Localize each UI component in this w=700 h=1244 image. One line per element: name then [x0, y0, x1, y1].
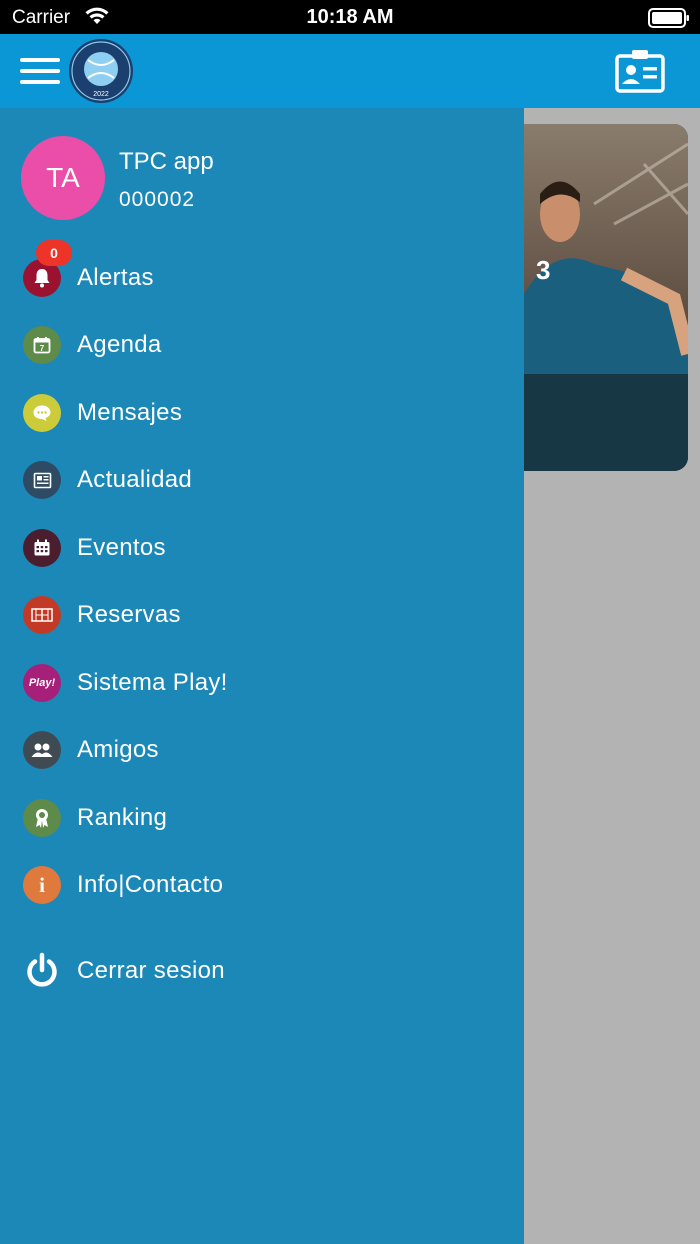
info-icon: i	[23, 866, 61, 904]
svg-text:7: 7	[40, 344, 45, 353]
menu-label-ranking: Ranking	[77, 804, 168, 831]
alerts-count-badge: 0	[36, 240, 72, 266]
svg-text:2022: 2022	[93, 91, 109, 98]
chat-icon	[23, 394, 61, 432]
svg-text:3: 3	[536, 255, 550, 285]
menu-label-info-contacto: Info|Contacto	[77, 871, 224, 898]
award-icon	[23, 799, 61, 837]
avatar[interactable]: TA	[21, 136, 105, 220]
battery-icon	[648, 8, 690, 33]
logout-label: Cerrar sesion	[77, 957, 225, 984]
status-bar: Carrier 10:18 AM	[0, 0, 700, 34]
app-header: 2022	[0, 34, 700, 108]
menu-label-alertas: Alertas	[77, 264, 154, 291]
menu-item-amigos[interactable]: Amigos	[0, 722, 524, 778]
user-name: TPC app	[119, 148, 214, 175]
home-content: 3	[524, 108, 700, 1244]
court-icon	[23, 596, 61, 634]
menu-item-agenda[interactable]: 7 Agenda	[0, 317, 524, 373]
play-badge-icon: Play!	[23, 664, 61, 702]
menu-item-reservas[interactable]: Reservas	[0, 587, 524, 643]
logout-button[interactable]: Cerrar sesion	[0, 943, 524, 999]
menu-label-amigos: Amigos	[77, 736, 159, 763]
membership-card-icon[interactable]	[614, 48, 666, 94]
info-glyph: i	[39, 872, 45, 897]
menu-item-ranking[interactable]: Ranking	[0, 790, 524, 846]
menu-label-sistema-play: Sistema Play!	[77, 669, 228, 696]
navigation-drawer: TA TPC app 000002 0 Alertas 7 Agenda Men…	[0, 108, 524, 1244]
newspaper-icon	[23, 461, 61, 499]
clock: 10:18 AM	[306, 6, 394, 28]
menu-label-actualidad: Actualidad	[77, 466, 193, 493]
menu-icon[interactable]	[20, 58, 60, 90]
menu-item-info-contacto[interactable]: i Info|Contacto	[0, 857, 524, 913]
calendar-icon	[23, 529, 61, 567]
menu-item-mensajes[interactable]: Mensajes	[0, 385, 524, 441]
menu-item-actualidad[interactable]: Actualidad	[0, 452, 524, 508]
calendar-day-icon: 7	[23, 326, 61, 364]
menu-label-mensajes: Mensajes	[77, 399, 183, 426]
menu-label-reservas: Reservas	[77, 601, 181, 628]
user-id: 000002	[119, 188, 196, 211]
play-badge-text: Play!	[28, 677, 56, 689]
friends-icon	[23, 731, 61, 769]
player-photo[interactable]: 3	[524, 124, 688, 471]
club-logo: 2022	[68, 38, 134, 104]
power-icon	[23, 952, 61, 990]
menu-item-eventos[interactable]: Eventos	[0, 520, 524, 576]
menu-label-eventos: Eventos	[77, 534, 166, 561]
menu-item-sistema-play[interactable]: Play! Sistema Play!	[0, 655, 524, 711]
menu-item-alertas[interactable]: 0 Alertas	[0, 240, 524, 306]
menu-label-agenda: Agenda	[77, 331, 162, 358]
